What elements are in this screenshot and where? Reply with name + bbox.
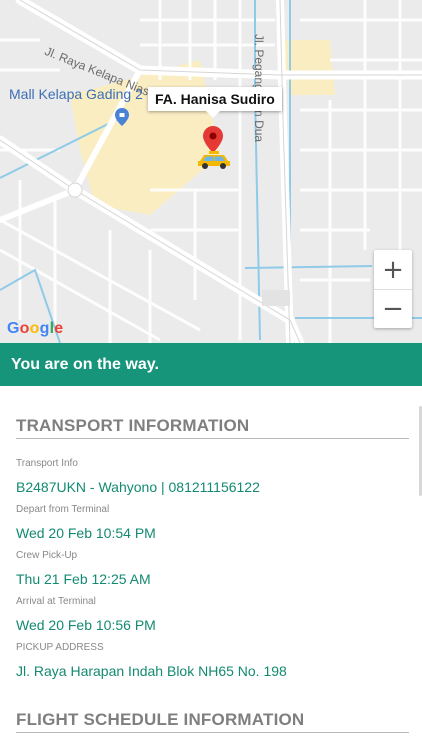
status-banner: You are on the way.: [0, 343, 422, 386]
trip-details-panel[interactable]: TRANSPORT INFORMATION Transport Info B24…: [0, 386, 422, 750]
zoom-out-button[interactable]: −: [374, 289, 412, 328]
arrival-terminal-label: Arrival at Terminal: [16, 596, 96, 607]
status-message: You are on the way.: [11, 356, 159, 373]
popup-title: FA. Hanisa Sudiro: [155, 91, 275, 107]
driver-info-popup[interactable]: FA. Hanisa Sudiro: [148, 87, 282, 118]
place-label-mall[interactable]: Mall Kelapa Gading 2: [9, 86, 143, 102]
arrival-terminal-value: Wed 20 Feb 10:56 PM: [16, 617, 156, 633]
transport-section-title: TRANSPORT INFORMATION: [16, 416, 250, 435]
section-divider: [16, 438, 409, 439]
crew-pickup-label: Crew Pick-Up: [16, 550, 78, 561]
mall-pin-icon[interactable]: [115, 108, 129, 126]
map-view[interactable]: Jl. Raya Kelapa Nias Jl. Pegangsaan Dua …: [0, 0, 422, 343]
transport-info-label: Transport Info: [16, 458, 78, 469]
pickup-address-label: PICKUP ADDRESS: [16, 642, 104, 653]
taxi-car-icon: [198, 151, 230, 169]
flight-section-title: FLIGHT SCHEDULE INFORMATION: [16, 710, 305, 729]
crew-pickup-value: Thu 21 Feb 12:25 AM: [16, 571, 151, 587]
section-divider: [16, 732, 409, 733]
depart-terminal-label: Depart from Terminal: [16, 504, 110, 515]
pickup-address-value: Jl. Raya Harapan Indah Blok NH65 No. 198: [16, 663, 287, 679]
depart-terminal-value: Wed 20 Feb 10:54 PM: [16, 525, 156, 541]
zoom-in-button[interactable]: +: [374, 250, 412, 289]
google-logo: Google: [7, 320, 64, 337]
transport-info-value: B2487UKN - Wahyono | 081211156122: [16, 479, 260, 495]
location-pin-icon[interactable]: [203, 126, 223, 153]
zoom-control: + −: [374, 250, 412, 328]
